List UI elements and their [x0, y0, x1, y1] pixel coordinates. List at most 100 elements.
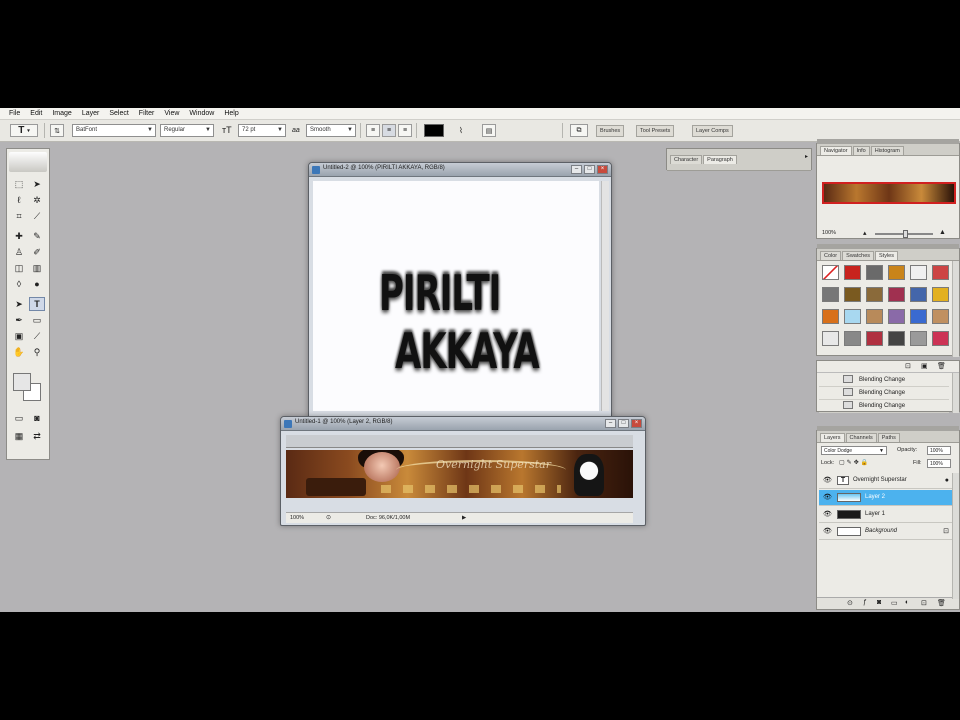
style-preset-swatch[interactable] — [822, 309, 839, 324]
panel-menu-icon[interactable]: ▸ — [805, 153, 808, 160]
menu-layer[interactable]: Layer — [77, 110, 105, 117]
menu-filter[interactable]: Filter — [134, 110, 160, 117]
layer-row[interactable]: 👁 Background ⊡ — [819, 524, 957, 540]
style-preset-swatch[interactable] — [910, 309, 927, 324]
add-mask-icon[interactable]: ◙ — [877, 599, 881, 606]
link-layers-icon[interactable]: ⊙ — [847, 599, 853, 607]
notes-icon[interactable]: ▣ — [11, 329, 27, 343]
tab-color[interactable]: Color — [820, 251, 842, 260]
align-center-button[interactable]: ≡ — [382, 124, 396, 137]
style-preset-swatch[interactable] — [910, 331, 927, 346]
maximize-button[interactable]: □ — [618, 419, 629, 428]
tab-channels[interactable]: Channels — [845, 433, 877, 442]
style-preset-swatch[interactable] — [932, 265, 949, 280]
layer-row[interactable]: 👁 T Overnight Superstar ● — [819, 473, 957, 489]
style-preset-swatch[interactable] — [910, 265, 927, 280]
maximize-button[interactable]: □ — [584, 165, 595, 174]
history-brush-icon[interactable]: ✐ — [29, 245, 45, 259]
style-preset-swatch[interactable] — [844, 287, 861, 302]
shape-icon[interactable]: ▭ — [29, 313, 45, 327]
dodge-icon[interactable]: ● — [29, 277, 45, 291]
status-menu-arrow-icon[interactable]: ▶ — [462, 513, 466, 523]
standard-mode-icon[interactable]: ▭ — [11, 411, 27, 425]
adjustment-layer-icon[interactable]: ◐ — [905, 599, 909, 606]
brush-icon[interactable]: ✎ — [29, 229, 45, 243]
text-color-swatch[interactable] — [424, 124, 444, 137]
tab-styles[interactable]: Styles — [875, 251, 898, 260]
eye-icon[interactable]: 👁 — [823, 473, 832, 488]
text-icon[interactable]: T — [29, 297, 45, 311]
navigator-preview[interactable] — [822, 182, 956, 204]
style-preset-swatch[interactable] — [888, 309, 905, 324]
tab-navigator[interactable]: Navigator — [820, 146, 852, 155]
style-preset-swatch[interactable] — [822, 265, 839, 280]
trash-icon[interactable]: 🗑 — [937, 599, 946, 607]
style-preset-swatch[interactable] — [844, 309, 861, 324]
style-preset-swatch[interactable] — [888, 331, 905, 346]
healing-brush-icon[interactable]: ✚ — [11, 229, 27, 243]
eyedropper-icon[interactable]: ⟋ — [29, 329, 45, 343]
eraser-icon[interactable]: ◫ — [11, 261, 27, 275]
zoom-level[interactable]: 100% — [290, 513, 304, 523]
tab-histogram[interactable]: Histogram — [870, 146, 904, 155]
blend-mode-select[interactable]: Color Dodge ▼ — [821, 446, 887, 455]
close-button[interactable]: × — [631, 419, 642, 428]
layer-row[interactable]: 👁 Layer 1 — [819, 507, 957, 523]
history-scrollbar[interactable] — [952, 373, 959, 413]
style-preset-swatch[interactable] — [910, 287, 927, 302]
lock-options-icon[interactable]: ▢✎✥🔒 — [839, 459, 870, 466]
quick-mask-icon[interactable]: ◙ — [29, 411, 45, 425]
eye-icon[interactable]: 👁 — [823, 490, 832, 505]
file-browser-icon[interactable]: ⧉ — [570, 124, 588, 137]
foreground-color-swatch[interactable] — [13, 373, 31, 391]
new-layer-icon[interactable]: ⊡ — [921, 599, 927, 607]
menu-view[interactable]: View — [159, 110, 184, 117]
menu-window[interactable]: Window — [184, 110, 219, 117]
new-snapshot-icon[interactable]: ▣ — [921, 362, 928, 370]
magic-wand-icon[interactable]: ✲ — [29, 193, 45, 207]
tab-layers[interactable]: Layers — [820, 433, 845, 442]
style-preset-swatch[interactable] — [866, 265, 883, 280]
style-preset-swatch[interactable] — [866, 287, 883, 302]
fx-icon[interactable]: ● — [945, 473, 949, 488]
eye-icon[interactable]: 👁 — [823, 507, 832, 522]
zoom-icon[interactable]: ⚲ — [29, 345, 45, 359]
opacity-field[interactable]: 100% — [927, 446, 951, 455]
hand-icon[interactable]: ✋ — [11, 345, 27, 359]
style-preset-swatch[interactable] — [844, 331, 861, 346]
well-tab-layer-comps[interactable]: Layer Comps — [692, 125, 733, 137]
eye-icon[interactable]: 👁 — [823, 524, 832, 539]
style-preset-swatch[interactable] — [844, 265, 861, 280]
blur-icon[interactable]: ◊ — [11, 277, 27, 291]
tab-info[interactable]: Info — [852, 146, 870, 155]
palettes-toggle-icon[interactable]: ▤ — [482, 124, 496, 137]
pen-icon[interactable]: ✒ — [11, 313, 27, 327]
menu-select[interactable]: Select — [104, 110, 133, 117]
minimize-button[interactable]: – — [571, 165, 582, 174]
style-preset-swatch[interactable] — [932, 309, 949, 324]
menu-help[interactable]: Help — [219, 110, 243, 117]
orientation-toggle-icon[interactable]: ⇅ — [50, 124, 64, 137]
add-style-icon[interactable]: ƒ — [863, 599, 867, 606]
zoom-in-icon[interactable]: ▲ — [939, 229, 946, 236]
tool-preset-picker[interactable]: T ▾ — [10, 124, 38, 137]
document-titlebar[interactable]: Untitled-2 @ 100% (PIRILTI AKKAYA, RGB/8… — [309, 163, 611, 177]
tab-paragraph[interactable]: Paragraph — [703, 155, 737, 164]
path-selection-icon[interactable]: ➤ — [11, 297, 27, 311]
menu-file[interactable]: File — [4, 110, 25, 117]
vertical-scrollbar[interactable] — [601, 181, 609, 411]
navigator-zoom[interactable]: 100% — [822, 230, 836, 236]
history-row[interactable]: Blending Change — [819, 387, 949, 400]
zoom-slider-handle[interactable] — [903, 230, 908, 238]
well-tab-tool-presets[interactable]: Tool Presets — [636, 125, 675, 137]
font-family-select[interactable]: BatFont ▼ — [72, 124, 156, 137]
style-preset-swatch[interactable] — [932, 331, 949, 346]
menu-edit[interactable]: Edit — [25, 110, 47, 117]
tab-swatches[interactable]: Swatches — [842, 251, 875, 260]
well-tab-brushes[interactable]: Brushes — [596, 125, 625, 137]
style-preset-swatch[interactable] — [866, 331, 883, 346]
minimize-button[interactable]: – — [605, 419, 616, 428]
font-size-select[interactable]: 72 pt ▼ — [238, 124, 286, 137]
crop-icon[interactable]: ⌗ — [11, 209, 27, 223]
style-preset-swatch[interactable] — [822, 331, 839, 346]
